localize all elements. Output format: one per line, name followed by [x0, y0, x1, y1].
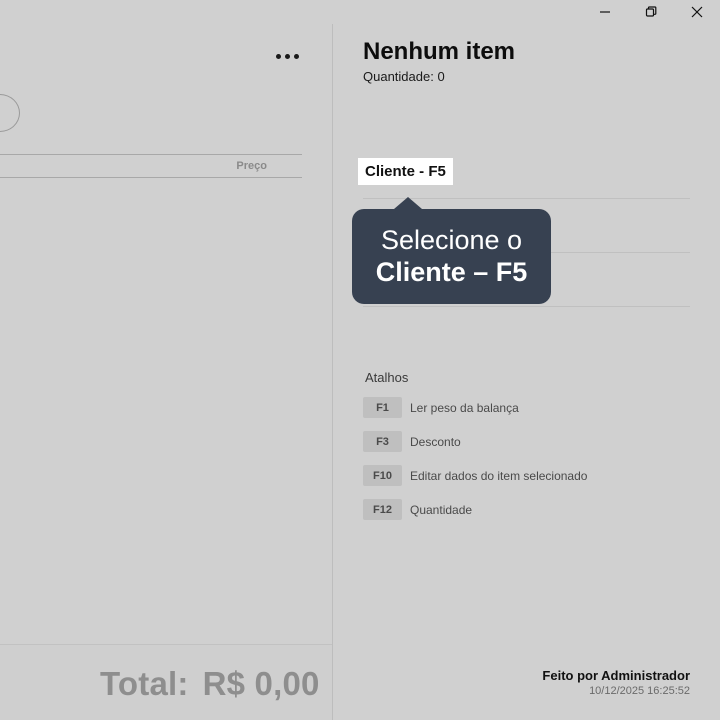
shortcut-key: F3	[363, 431, 402, 452]
select-client-tooltip: Selecione o Cliente – F5	[352, 197, 551, 304]
dot	[275, 53, 281, 59]
shortcut-label: Ler peso da balança	[410, 400, 519, 415]
shortcut-key: F12	[363, 499, 402, 520]
pos-window: Preço Total: R$ 0,00 Nenhum item Quantida…	[0, 0, 720, 720]
tooltip-line1: Selecione o	[380, 225, 523, 255]
quantity-label: Quantidade:	[363, 69, 434, 84]
total-label: Total:	[100, 665, 189, 702]
more-horizontal-icon[interactable]	[272, 44, 302, 68]
summary-panel: Nenhum item Quantidade: 0 Cliente - F5 S…	[333, 0, 720, 720]
total-footer: Total: R$ 0,00	[0, 644, 332, 720]
made-by: Feito por Administrador	[542, 668, 690, 683]
round-button[interactable]	[0, 94, 20, 132]
shortcut-label: Quantidade	[410, 502, 473, 517]
items-panel: Preço Total: R$ 0,00	[0, 24, 332, 720]
shortcut-label: Editar dados do item selecionado	[410, 468, 588, 483]
shortcut-label: Desconto	[410, 434, 461, 449]
page-title: Nenhum item	[363, 38, 516, 65]
total-display: Total: R$ 0,00	[100, 665, 320, 703]
total-value: R$ 0,00	[202, 665, 320, 702]
field-divider	[363, 306, 690, 307]
dot	[293, 53, 299, 59]
timestamp: 10/12/2025 16:25:52	[589, 685, 690, 697]
quantity-row: Quantidade: 0	[363, 69, 445, 84]
shortcut-f1: F1 Ler peso da balança	[363, 397, 519, 418]
shortcut-f3: F3 Desconto	[363, 431, 461, 452]
client-button[interactable]: Cliente - F5	[358, 158, 453, 185]
shortcut-f10: F10 Editar dados do item selecionado	[363, 465, 587, 486]
tooltip-line2: Cliente – F5	[375, 257, 528, 287]
shortcut-f12: F12 Quantidade	[363, 499, 472, 520]
dot	[284, 53, 290, 59]
column-header-price[interactable]: Preço	[236, 160, 267, 172]
shortcut-key: F10	[363, 465, 402, 486]
shortcut-key: F1	[363, 397, 402, 418]
items-table-header: Preço	[0, 154, 302, 178]
quantity-value: 0	[437, 69, 445, 84]
shortcuts-title: Atalhos	[365, 370, 409, 385]
